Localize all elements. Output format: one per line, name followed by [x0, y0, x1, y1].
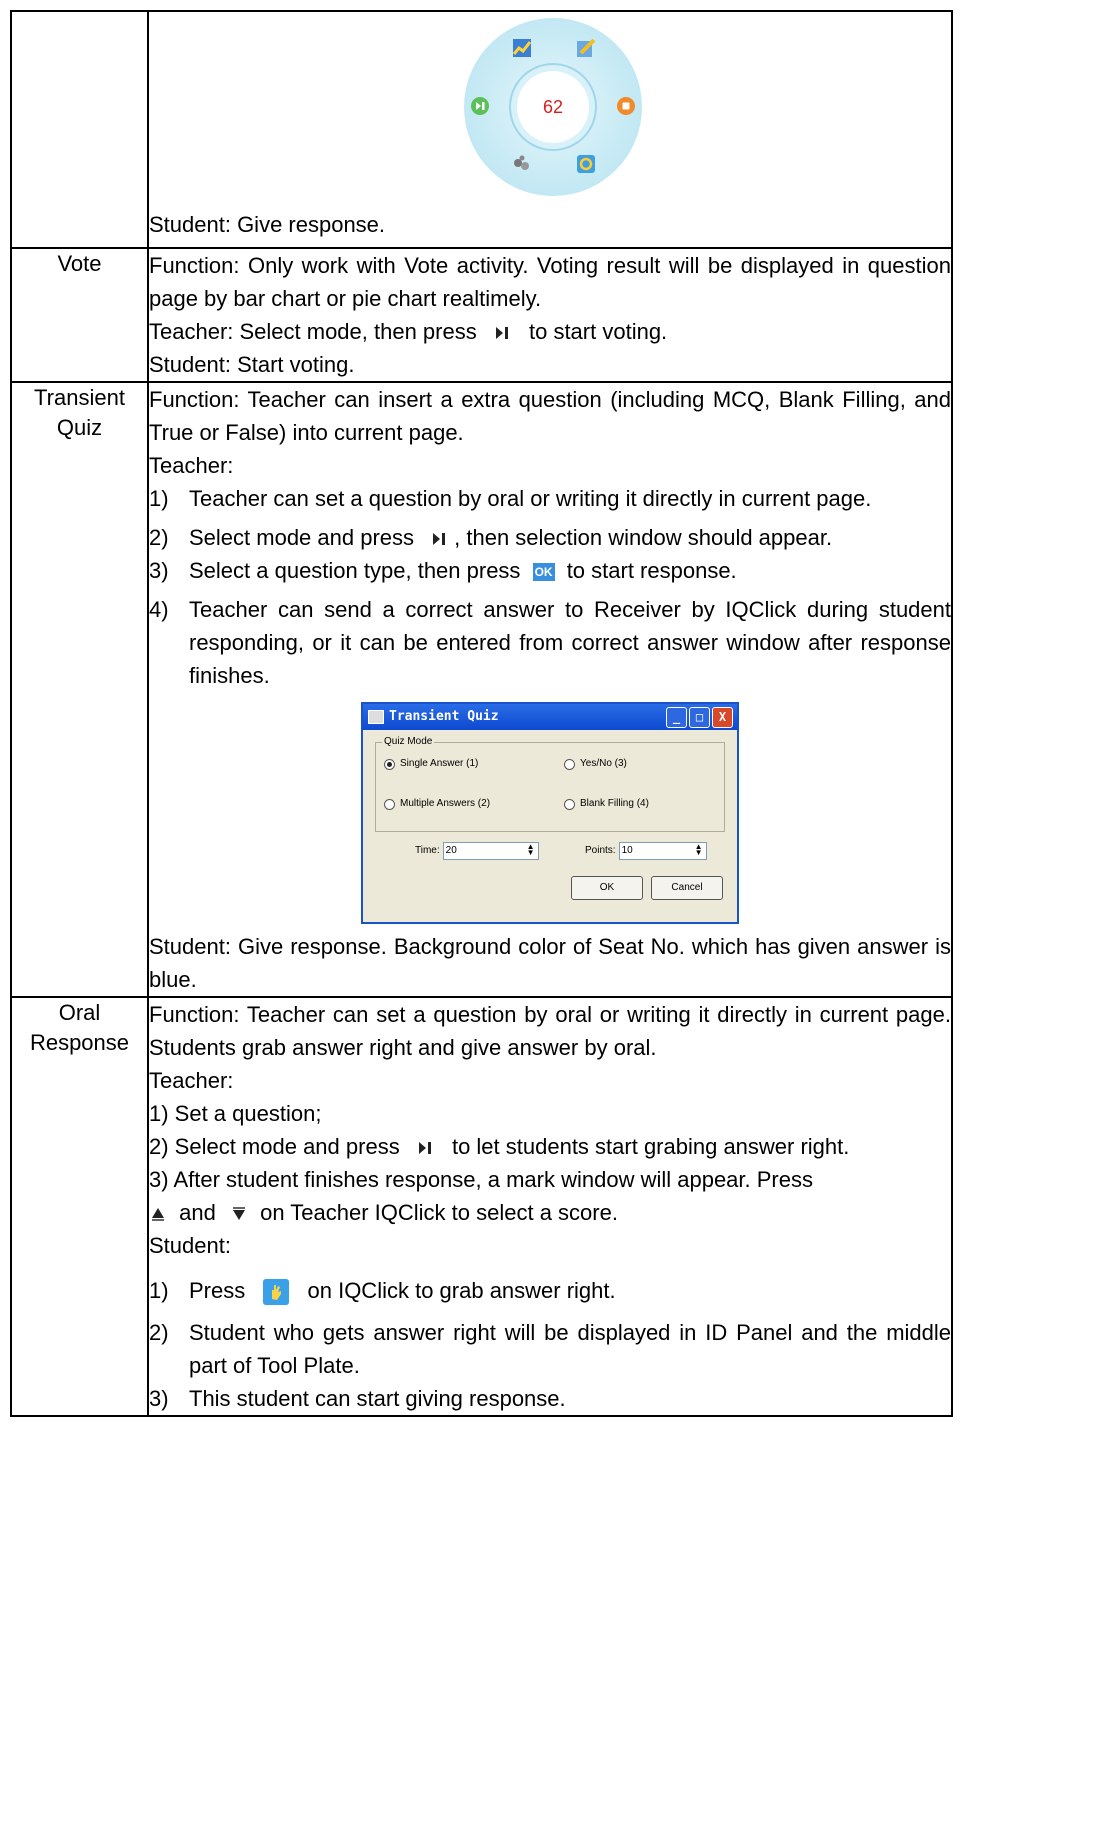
row-content: Function: Only work with Vote activity. …: [147, 247, 953, 383]
list-item: 3) This student can start giving respons…: [149, 1386, 566, 1411]
list-item: 2) Select mode and press , then selectio…: [149, 525, 833, 550]
row-label-transient-quiz: Transient Quiz: [10, 381, 149, 998]
list-item: 3) Select a question type, then press OK…: [149, 558, 737, 583]
student-instruction: Student: Give response. Background color…: [149, 934, 951, 992]
teacher-step-1: 1) Set a question;: [149, 1101, 322, 1126]
single-answer-radio[interactable]: Single Answer (1): [384, 757, 478, 771]
quiz-mode-label: Quiz Mode: [382, 735, 435, 749]
list-item: 1) Press on IQClick to grab answer right…: [149, 1272, 951, 1310]
teacher-steps: 1) Teacher can set a question by oral or…: [149, 482, 951, 692]
function-text: Function: Teacher can insert a extra que…: [149, 387, 951, 445]
row-content: Function: Teacher can insert a extra que…: [147, 381, 953, 998]
function-text: Function: Teacher can set a question by …: [149, 1002, 951, 1060]
list-item: 4) Teacher can send a correct answer to …: [149, 597, 951, 688]
chart-icon: [512, 39, 532, 57]
people-icon: [514, 155, 529, 170]
row-label-oral-response: Oral Response: [10, 996, 149, 1417]
document-page: 62 Student: Give response. Vote Function…: [0, 0, 1101, 1843]
spinner-icon[interactable]: ▲ ▼: [694, 843, 704, 857]
edit-icon: [577, 38, 596, 57]
ok-button[interactable]: OK: [571, 876, 643, 900]
function-text: Function: Only work with Vote activity. …: [149, 253, 951, 311]
teacher-step-3: 3) After student finishes response, a ma…: [149, 1167, 813, 1225]
window-icon: [368, 710, 384, 724]
teacher-instruction: Teacher: Select mode, then press to star…: [149, 319, 668, 344]
hand-icon: [263, 1279, 290, 1306]
dialog-title-bar: Transient Quiz _ □ X: [363, 704, 737, 730]
teacher-step-2: 2) Select mode and press to let students…: [149, 1134, 850, 1159]
row-content: Function: Teacher can set a question by …: [147, 996, 953, 1417]
points-field: Points: 10 ▲ ▼: [585, 842, 707, 860]
row-label-vote: Vote: [10, 247, 149, 383]
list-item: 1) Teacher can set a question by oral or…: [149, 486, 872, 511]
tool-plate-counter: 62: [517, 71, 589, 143]
yes-no-radio[interactable]: Yes/No (3): [564, 757, 627, 771]
student-steps: 1) Press on IQClick to grab answer right…: [149, 1272, 951, 1415]
close-button[interactable]: X: [712, 707, 733, 728]
table-row: Vote Function: Only work with Vote activ…: [10, 247, 953, 383]
play-pause-icon: [418, 1142, 431, 1155]
tool-plate-figure: 62: [149, 12, 951, 202]
arrow-up-icon: [152, 1208, 164, 1222]
play-pause-icon: [471, 97, 489, 115]
stop-icon: [617, 97, 635, 115]
transient-quiz-dialog: Transient Quiz _ □ X Quiz Mode Single An…: [361, 702, 739, 924]
feature-table: 62 Student: Give response. Vote Function…: [10, 10, 953, 1417]
multiple-answers-radio[interactable]: Multiple Answers (2): [384, 797, 490, 811]
points-input[interactable]: 10 ▲ ▼: [618, 842, 707, 860]
quiz-mode-group: Quiz Mode Single Answer (1) Yes/No (3) M…: [375, 735, 725, 832]
cancel-button[interactable]: Cancel: [651, 876, 723, 900]
play-pause-icon: [495, 327, 508, 340]
blank-filling-radio[interactable]: Blank Filling (4): [564, 797, 649, 811]
list-item: 2) Student who gets answer right will be…: [149, 1320, 951, 1378]
table-row: Oral Response Function: Teacher can set …: [10, 996, 953, 1417]
refresh-icon: [577, 155, 595, 173]
table-row: Transient Quiz Function: Teacher can ins…: [10, 381, 953, 998]
arrow-down-icon: [232, 1207, 245, 1221]
table-row: 62 Student: Give response.: [10, 10, 953, 249]
student-heading: Student:: [149, 1233, 231, 1258]
row-label-empty: [10, 10, 149, 249]
student-instruction: Student: Give response.: [149, 212, 386, 237]
time-input[interactable]: 20 ▲ ▼: [442, 842, 539, 860]
play-pause-icon: [433, 533, 446, 546]
student-instruction: Student: Start voting.: [149, 352, 355, 377]
minimize-button[interactable]: _: [666, 707, 687, 728]
spinner-icon[interactable]: ▲ ▼: [526, 843, 536, 857]
tool-plate: 62: [464, 18, 642, 196]
ok-icon: OK: [532, 563, 555, 582]
maximize-button[interactable]: □: [689, 707, 710, 728]
row-content: 62 Student: Give response.: [147, 10, 953, 249]
teacher-heading: Teacher:: [149, 1068, 234, 1093]
time-field: Time: 20 ▲ ▼: [415, 842, 539, 860]
teacher-heading: Teacher:: [149, 453, 234, 478]
